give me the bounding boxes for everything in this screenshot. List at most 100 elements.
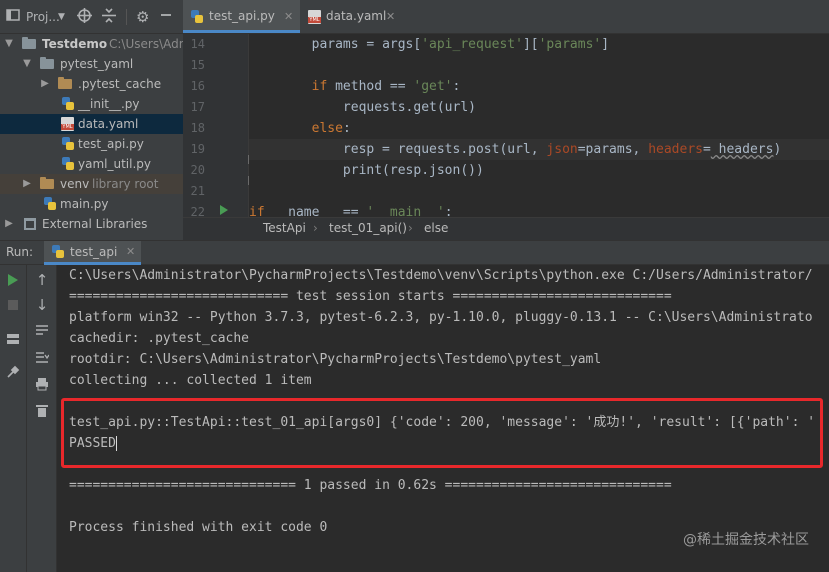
- arrow-down-icon[interactable]: ↓: [33, 296, 51, 314]
- tree-item-yaml-util-py[interactable]: yaml_util.py: [0, 154, 183, 174]
- folder-icon: [58, 77, 72, 89]
- chevron-right-icon[interactable]: ▶: [4, 214, 14, 234]
- code-token: print(resp.json()): [342, 163, 484, 178]
- tree-item-main-py[interactable]: main.py: [0, 194, 183, 214]
- stop-icon[interactable]: [4, 296, 22, 314]
- run-gutter-icon[interactable]: [220, 205, 228, 215]
- console-line: cachedir: .pytest_cache: [69, 328, 249, 349]
- line-number: 18: [190, 121, 205, 135]
- tree-item-label: .pytest_cache: [78, 77, 162, 91]
- tree-item-hint: library root: [92, 177, 159, 191]
- chevron-down-icon[interactable]: ▼: [22, 54, 32, 74]
- chevron-down-icon[interactable]: ▼: [58, 8, 65, 26]
- breadcrumb-item[interactable]: else: [424, 218, 448, 239]
- tab-test-api-py[interactable]: test_api.py ✕: [183, 0, 300, 33]
- code-line: requests.get(url): [249, 97, 829, 118]
- tree-item-init-py[interactable]: __init__.py: [0, 94, 183, 114]
- tree-item-pytest-yaml[interactable]: ▼ pytest_yaml: [0, 54, 183, 74]
- code-token: ]: [601, 37, 610, 52]
- tree-item-data-yaml[interactable]: YML data.yaml: [0, 114, 183, 134]
- code-line: if __name__ == '__main__':: [249, 202, 829, 217]
- tree-item-external-libraries[interactable]: ▶ External Libraries: [0, 214, 183, 234]
- tree-item-pytest-cache[interactable]: ▶ .pytest_cache: [0, 74, 183, 94]
- python-file-icon: [191, 10, 203, 24]
- tab-run-test-api[interactable]: test_api ✕: [44, 241, 141, 265]
- breadcrumb-item[interactable]: test_01_api(): [329, 218, 407, 239]
- chevron-right-icon[interactable]: ▶: [40, 74, 50, 94]
- pin-icon[interactable]: [4, 363, 22, 381]
- python-file-icon: [44, 197, 56, 211]
- folder-icon: [40, 57, 54, 69]
- code-token: json: [546, 142, 578, 157]
- editor-tab-bar: test_api.py ✕ YML data.yaml ✕: [183, 0, 829, 34]
- tree-item-label: External Libraries: [42, 217, 148, 231]
- python-file-icon: [62, 137, 74, 151]
- tree-item-label: yaml_util.py: [78, 157, 151, 171]
- code-token: 'params': [538, 37, 602, 52]
- console-line-text: Process finished with exit code 0: [69, 520, 328, 535]
- run-label: Run:: [6, 245, 34, 259]
- breadcrumb-item[interactable]: TestApi: [263, 218, 306, 239]
- layout-icon[interactable]: [4, 330, 22, 348]
- project-toolbar: Proj... ▼ ⚙: [0, 0, 183, 34]
- code-token: 'get': [413, 79, 453, 94]
- folder-icon: [40, 177, 54, 189]
- run-window-header: Run: test_api ✕: [0, 240, 829, 265]
- code-editor[interactable]: params = args['api_request']['params'] i…: [249, 34, 829, 217]
- code-token: :: [342, 121, 351, 136]
- code-token: else: [311, 121, 343, 136]
- gear-icon[interactable]: ⚙: [136, 8, 149, 26]
- line-number: 14: [190, 37, 205, 51]
- rerun-icon[interactable]: [4, 271, 22, 289]
- tree-item-venv[interactable]: ▶ venv library root: [0, 174, 183, 194]
- project-view-label[interactable]: Proj...: [26, 8, 60, 26]
- yaml-file-icon: YML: [61, 117, 74, 131]
- code-token: __name__ ==: [264, 205, 367, 217]
- console-line: platform win32 -- Python 3.7.3, pytest-6…: [69, 307, 813, 328]
- arrow-up-icon[interactable]: ↑: [33, 271, 51, 289]
- close-icon[interactable]: ✕: [386, 0, 395, 33]
- run-console[interactable]: C:\Users\Administrator\PycharmProjects\T…: [57, 265, 829, 572]
- breadcrumb: TestApi › test_01_api() › else: [183, 217, 829, 240]
- tab-label: test_api.py: [209, 9, 275, 23]
- code-token: '__main__': [366, 205, 445, 217]
- project-view-icon[interactable]: [6, 8, 20, 26]
- breadcrumb-separator: ›: [313, 221, 318, 235]
- run-toolbar-secondary: ↑ ↓: [27, 265, 57, 572]
- tree-item-hint: C:\Users\Adm: [109, 37, 183, 51]
- code-token: =: [702, 142, 711, 157]
- line-number: 17: [190, 100, 205, 114]
- trash-icon[interactable]: [33, 401, 51, 419]
- tab-data-yaml[interactable]: YML data.yaml ✕: [300, 0, 400, 33]
- python-file-icon: [52, 245, 64, 259]
- target-icon[interactable]: [77, 8, 92, 26]
- console-line: ============================ test sessio…: [69, 286, 672, 307]
- chevron-down-icon[interactable]: ▼: [4, 34, 14, 54]
- toolbar-divider: [126, 9, 127, 25]
- code-token: if: [311, 79, 328, 94]
- minimize-icon[interactable]: [160, 8, 172, 26]
- code-token: resp = requests.post(url,: [342, 142, 547, 157]
- project-tree: ▼ Testdemo C:\Users\Adm ▼ pytest_yaml ▶ …: [0, 34, 183, 234]
- close-icon[interactable]: ✕: [284, 0, 293, 33]
- close-icon[interactable]: ✕: [126, 245, 135, 258]
- tree-item-test-api-py[interactable]: test_api.py: [0, 134, 183, 154]
- code-token: :: [452, 79, 461, 94]
- scroll-to-end-icon[interactable]: [33, 348, 51, 366]
- tree-item-testdemo[interactable]: ▼ Testdemo C:\Users\Adm: [0, 34, 183, 54]
- code-line: print(resp.json()): [249, 160, 829, 181]
- chevron-right-icon[interactable]: ▶: [22, 174, 32, 194]
- python-file-icon: [62, 157, 74, 171]
- soft-wrap-icon[interactable]: [33, 321, 51, 339]
- console-line-text: cachedir: .pytest_cache: [69, 331, 250, 346]
- code-line: if method == 'get':: [249, 76, 829, 97]
- code-line: params = args['api_request']['params']: [249, 34, 829, 55]
- collapse-icon[interactable]: [102, 8, 116, 26]
- tree-item-label: data.yaml: [78, 117, 139, 131]
- library-icon: [24, 218, 36, 230]
- print-icon[interactable]: [33, 375, 51, 393]
